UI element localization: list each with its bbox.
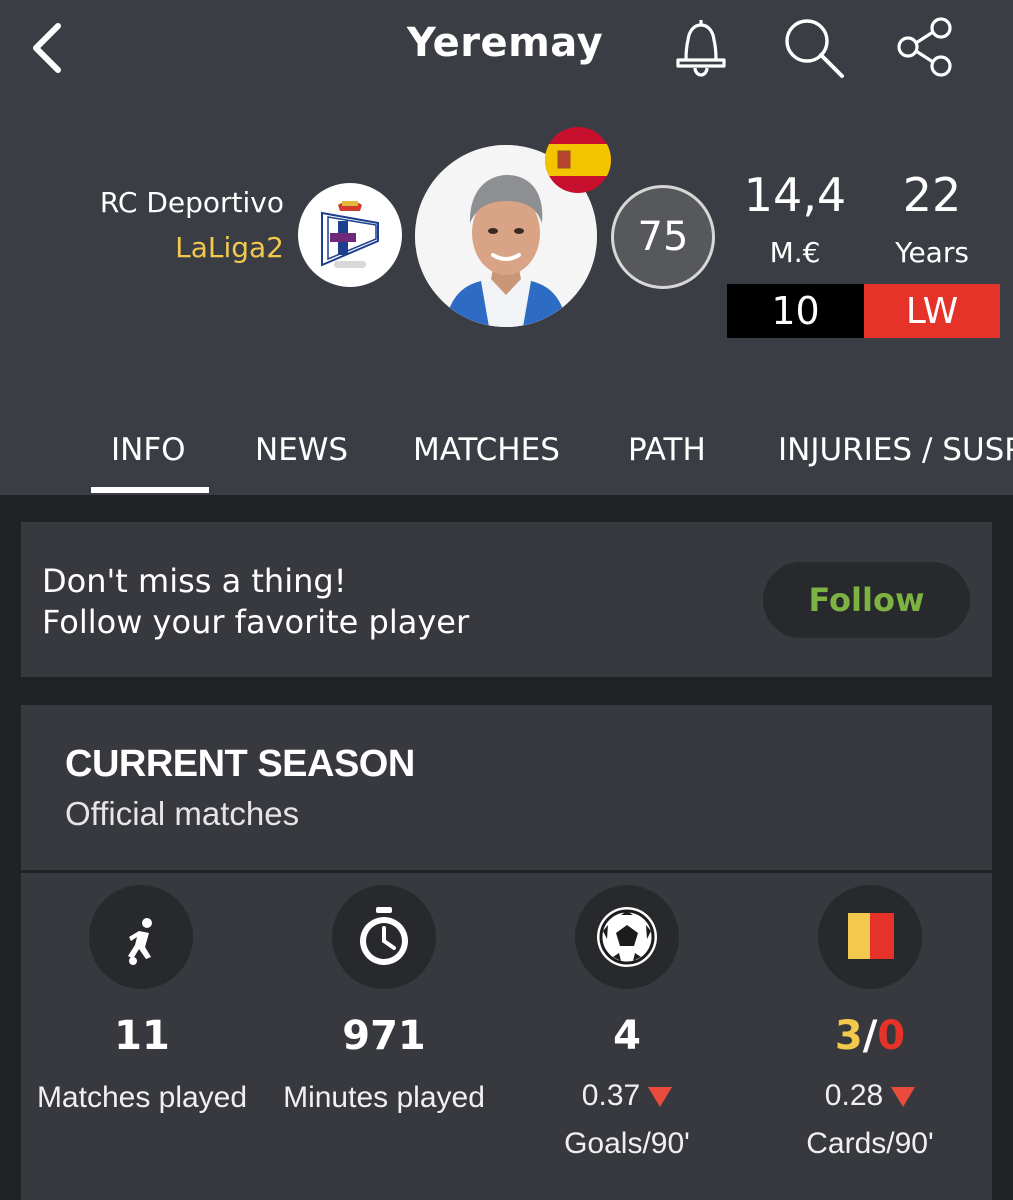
cards-per90-label: Cards/90': [806, 1127, 934, 1160]
player-rating: 75: [611, 185, 715, 289]
season-title: CURRENT SEASON: [65, 743, 415, 785]
search-icon[interactable]: [780, 14, 846, 80]
page-title: Yeremay: [406, 20, 604, 66]
back-icon[interactable]: [24, 18, 74, 78]
season-header-card: CURRENT SEASON Official matches: [21, 705, 992, 870]
cards-icon: [818, 885, 922, 989]
player-header: Yeremay RC Deportivo LaLiga2 75 14,4 M.€…: [0, 0, 1013, 495]
minutes-played-label: Minutes played: [283, 1081, 485, 1114]
tab-path[interactable]: PATH: [628, 432, 706, 468]
shirt-number: 10: [727, 284, 864, 338]
goals-per90-label: Goals/90': [564, 1127, 690, 1160]
stopwatch-icon: [332, 885, 436, 989]
minutes-played-value: 971: [342, 1013, 426, 1059]
goals-per90-row: 0.37: [506, 1079, 748, 1113]
active-tab-indicator: [91, 487, 209, 493]
spain-flag-icon: [545, 127, 611, 193]
tab-injuries[interactable]: INJURIES / SUSP: [778, 432, 1013, 468]
club-name[interactable]: RC Deportivo: [100, 186, 284, 219]
market-value: 14,4: [743, 168, 847, 222]
league-name[interactable]: LaLiga2: [175, 231, 284, 264]
matches-played-value: 11: [114, 1013, 170, 1059]
trend-down-icon: [648, 1087, 673, 1108]
trend-down-icon: [891, 1087, 916, 1108]
season-stats-card: 11 Matches played 971 Minutes played 4 0…: [21, 873, 992, 1200]
goals-per90-value: 0.37: [581, 1079, 641, 1112]
season-subtitle: Official matches: [65, 795, 300, 832]
cards-per90-row: 0.28: [749, 1079, 991, 1113]
goals-value: 4: [613, 1013, 641, 1059]
player-position: LW: [864, 284, 1000, 338]
bell-icon[interactable]: [668, 14, 734, 80]
cards-separator: /: [862, 1013, 878, 1059]
follow-subline: Follow your favorite player: [42, 603, 470, 641]
tab-news[interactable]: NEWS: [255, 432, 348, 468]
tab-matches[interactable]: MATCHES: [413, 432, 560, 468]
follow-button[interactable]: Follow: [763, 562, 970, 638]
soccer-ball-icon: [575, 885, 679, 989]
club-crest[interactable]: [298, 183, 402, 287]
player-age-unit: Years: [895, 236, 969, 269]
player-age: 22: [902, 168, 962, 222]
red-cards-value: 0: [877, 1013, 906, 1059]
tab-info[interactable]: INFO: [111, 432, 186, 468]
market-value-unit: M.€: [769, 236, 821, 269]
cards-value: 3/0: [749, 1013, 991, 1059]
cards-per90-value: 0.28: [824, 1079, 884, 1112]
deportivo-crest-icon: [321, 201, 379, 268]
share-icon[interactable]: [893, 14, 959, 80]
follow-headline: Don't miss a thing!: [42, 562, 347, 600]
matches-played-label: Matches played: [36, 1081, 248, 1114]
yellow-cards-value: 3: [834, 1013, 863, 1059]
follow-card: Don't miss a thing! Follow your favorite…: [21, 522, 992, 677]
player-running-icon: [89, 885, 193, 989]
